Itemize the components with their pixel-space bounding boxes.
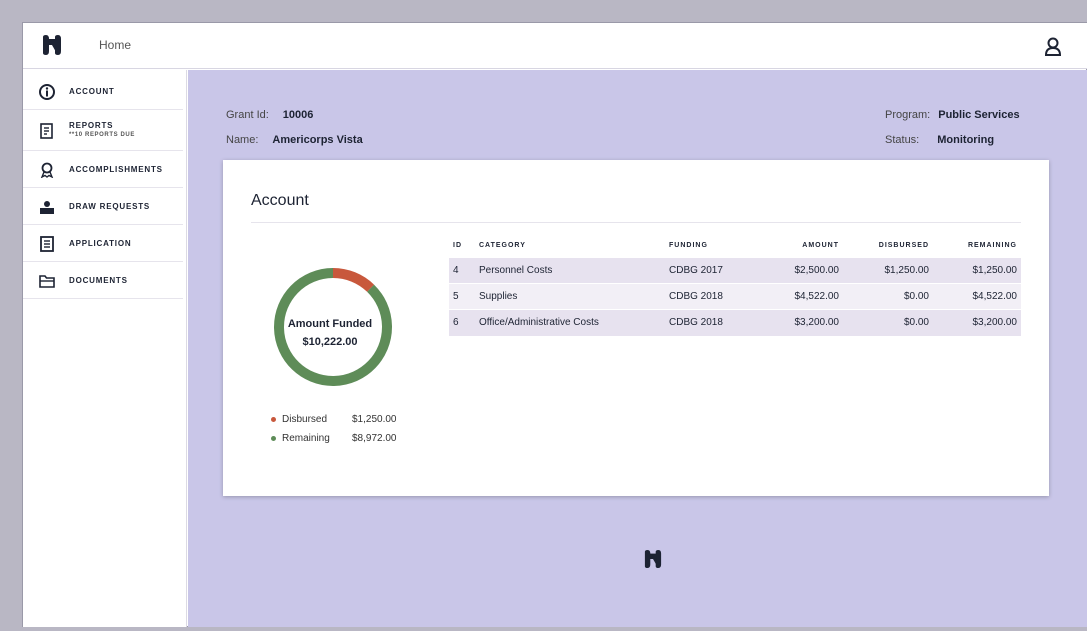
column-header-id[interactable]: ID — [449, 242, 475, 258]
app-window: Home ACCOUNT REPORTS **10 REPORTS DUE AC… — [22, 22, 1087, 627]
legend-item-remaining: Remaining $8,972.00 — [271, 433, 397, 444]
sidebar-item-label: REPORTS — [69, 121, 114, 130]
legend-dot-disbursed — [271, 417, 276, 422]
status-field: Status: Monitoring — [885, 134, 994, 146]
home-link[interactable]: Home — [99, 38, 131, 52]
funding-table: ID CATEGORY FUNDING AMOUNT DISBURSED REM… — [449, 242, 1021, 336]
divider — [251, 222, 1021, 223]
cell-remaining: $1,250.00 — [933, 257, 1021, 284]
table-header-row: ID CATEGORY FUNDING AMOUNT DISBURSED REM… — [449, 242, 1021, 258]
award-icon — [39, 162, 55, 178]
cell-id: 4 — [449, 257, 475, 284]
grant-id-label: Grant Id: — [226, 109, 269, 121]
sidebar-item-label: ACCOUNT — [69, 87, 115, 96]
sidebar-item-documents[interactable]: DOCUMENTS — [23, 263, 183, 299]
program-label: Program: — [885, 109, 931, 121]
donut-center-label: Amount Funded — [287, 318, 373, 330]
footer-logo-icon — [644, 550, 662, 568]
cell-disbursed: $1,250.00 — [843, 257, 933, 284]
column-header-amount[interactable]: AMOUNT — [755, 242, 843, 258]
cell-amount: $3,200.00 — [755, 309, 843, 336]
grant-name-label: Name: — [226, 134, 259, 146]
sidebar-item-reports[interactable]: REPORTS **10 REPORTS DUE — [23, 111, 183, 151]
grant-id-value: 10006 — [282, 109, 314, 121]
sidebar-item-label: DRAW REQUESTS — [69, 202, 151, 211]
cell-disbursed: $0.00 — [843, 283, 933, 310]
cell-funding: CDBG 2018 — [665, 309, 755, 336]
grant-id-field: Grant Id: 10006 — [226, 109, 313, 121]
cell-funding: CDBG 2018 — [665, 283, 755, 310]
info-icon — [39, 83, 55, 100]
sidebar-item-accomplishments[interactable]: ACCOMPLISHMENTS — [23, 152, 183, 188]
donut-center-value: $10,222.00 — [302, 336, 358, 348]
reports-icon — [39, 123, 55, 139]
cell-funding: CDBG 2017 — [665, 257, 755, 284]
cell-amount: $4,522.00 — [755, 283, 843, 310]
table-row[interactable]: 5 Supplies CDBG 2018 $4,522.00 $0.00 $4,… — [449, 283, 1021, 310]
account-card: Account Amount Funded $10,222.00 Disburs… — [223, 160, 1049, 496]
column-header-funding[interactable]: FUNDING — [665, 242, 755, 258]
user-account-icon[interactable] — [1043, 36, 1063, 56]
sidebar-item-account[interactable]: ACCOUNT — [23, 74, 183, 110]
legend-label: Disbursed — [282, 414, 328, 425]
grant-name-value: Americorps Vista — [272, 134, 363, 146]
column-header-remaining[interactable]: REMAINING — [933, 242, 1021, 258]
legend-value: $1,250.00 — [352, 414, 397, 425]
cell-disbursed: $0.00 — [843, 309, 933, 336]
cell-category: Supplies — [475, 283, 665, 310]
brand-logo-icon[interactable] — [41, 35, 63, 55]
money-request-icon — [39, 199, 55, 215]
sidebar-item-label: APPLICATION — [69, 239, 132, 248]
cell-amount: $2,500.00 — [755, 257, 843, 284]
application-icon — [39, 235, 55, 252]
legend-value: $8,972.00 — [352, 433, 397, 444]
sidebar-item-label: ACCOMPLISHMENTS — [69, 165, 163, 174]
cell-category: Personnel Costs — [475, 257, 665, 284]
column-header-disbursed[interactable]: DISBURSED — [843, 242, 933, 258]
grant-name-field: Name: Americorps Vista — [226, 134, 363, 146]
reports-due-note: **10 REPORTS DUE — [69, 132, 135, 138]
column-header-category[interactable]: CATEGORY — [475, 242, 665, 258]
table-row[interactable]: 4 Personnel Costs CDBG 2017 $2,500.00 $1… — [449, 257, 1021, 284]
legend-dot-remaining — [271, 436, 276, 441]
program-field: Program: Public Services — [885, 109, 1020, 121]
sidebar: ACCOUNT REPORTS **10 REPORTS DUE ACCOMPL… — [23, 70, 187, 627]
status-label: Status: — [885, 134, 920, 146]
sidebar-item-application[interactable]: APPLICATION — [23, 226, 183, 262]
card-title: Account — [251, 192, 309, 209]
folder-icon — [39, 273, 55, 289]
cell-remaining: $3,200.00 — [933, 309, 1021, 336]
legend-item-disbursed: Disbursed $1,250.00 — [271, 414, 397, 425]
cell-category: Office/Administrative Costs — [475, 309, 665, 336]
cell-id: 6 — [449, 309, 475, 336]
table-row[interactable]: 6 Office/Administrative Costs CDBG 2018 … — [449, 309, 1021, 336]
sidebar-item-label: DOCUMENTS — [69, 276, 128, 285]
sidebar-item-draw-requests[interactable]: DRAW REQUESTS — [23, 189, 183, 225]
top-bar: Home — [23, 23, 1087, 69]
cell-remaining: $4,522.00 — [933, 283, 1021, 310]
legend-label: Remaining — [282, 433, 330, 444]
program-value: Public Services — [938, 109, 1020, 121]
main-content: Grant Id: 10006 Name: Americorps Vista Pro… — [188, 70, 1087, 627]
status-value: Monitoring — [937, 134, 995, 146]
cell-id: 5 — [449, 283, 475, 310]
